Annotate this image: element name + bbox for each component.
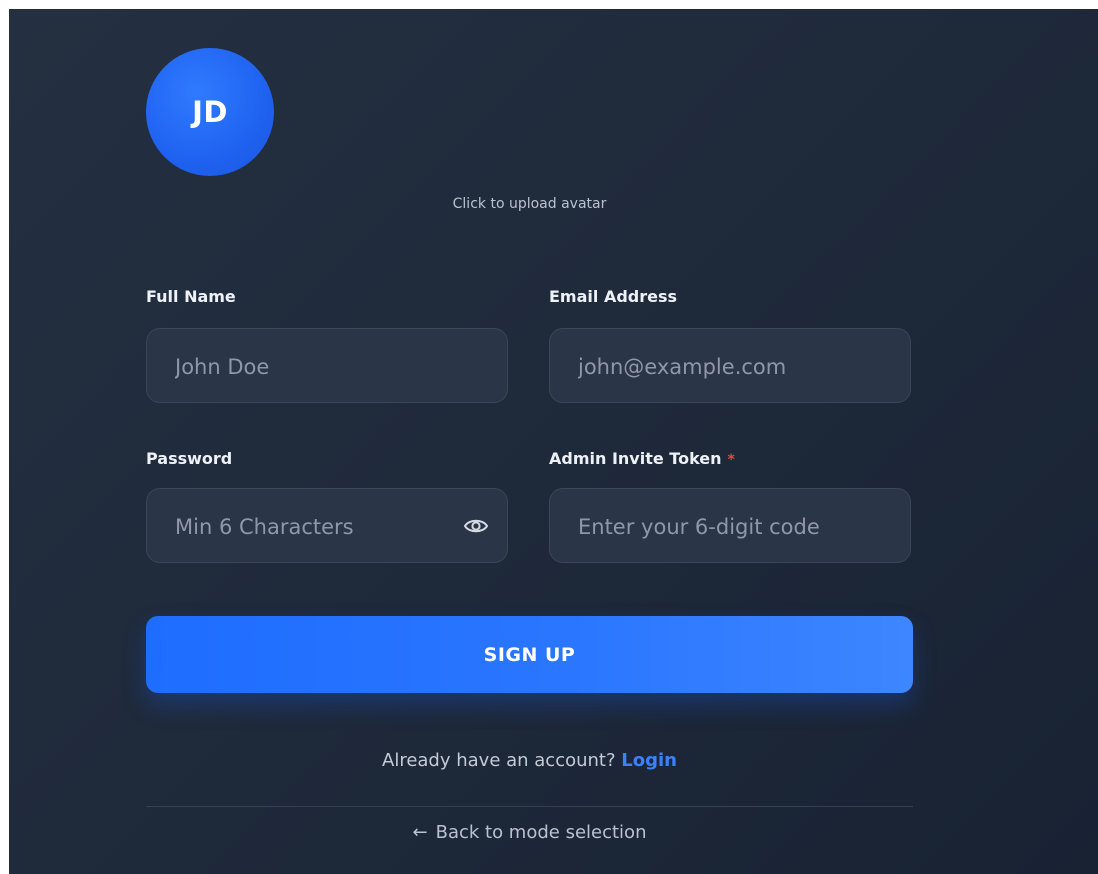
login-link[interactable]: Login — [621, 750, 677, 771]
full-name-field[interactable] — [146, 328, 508, 404]
password-field[interactable] — [146, 488, 508, 564]
login-prompt-line: Already have an account? Login — [146, 750, 913, 771]
login-prompt-text: Already have an account? — [382, 750, 616, 771]
signup-panel: JD Click to upload avatar Full Name Emai… — [9, 9, 1098, 874]
invite-token-label: Admin Invite Token * — [549, 449, 735, 468]
avatar-upload[interactable]: JD — [146, 48, 274, 176]
back-to-mode-selection-link[interactable]: ← Back to mode selection — [146, 822, 913, 843]
invite-token-input[interactable] — [576, 489, 880, 564]
invite-token-field[interactable] — [549, 488, 911, 564]
required-marker: * — [727, 452, 735, 468]
full-name-label: Full Name — [146, 287, 236, 306]
password-label: Password — [146, 449, 233, 468]
back-label: Back to mode selection — [435, 822, 647, 843]
email-field[interactable] — [549, 328, 911, 404]
upload-avatar-hint[interactable]: Click to upload avatar — [146, 196, 913, 212]
email-input[interactable] — [576, 329, 880, 404]
eye-icon[interactable] — [463, 515, 489, 537]
password-input[interactable] — [173, 489, 437, 564]
arrow-left-icon: ← — [412, 822, 428, 843]
full-name-input[interactable] — [173, 329, 477, 404]
divider — [146, 806, 913, 807]
email-label: Email Address — [549, 287, 678, 306]
sign-up-button[interactable]: SIGN UP — [146, 616, 913, 693]
avatar-initials: JD — [192, 95, 228, 129]
